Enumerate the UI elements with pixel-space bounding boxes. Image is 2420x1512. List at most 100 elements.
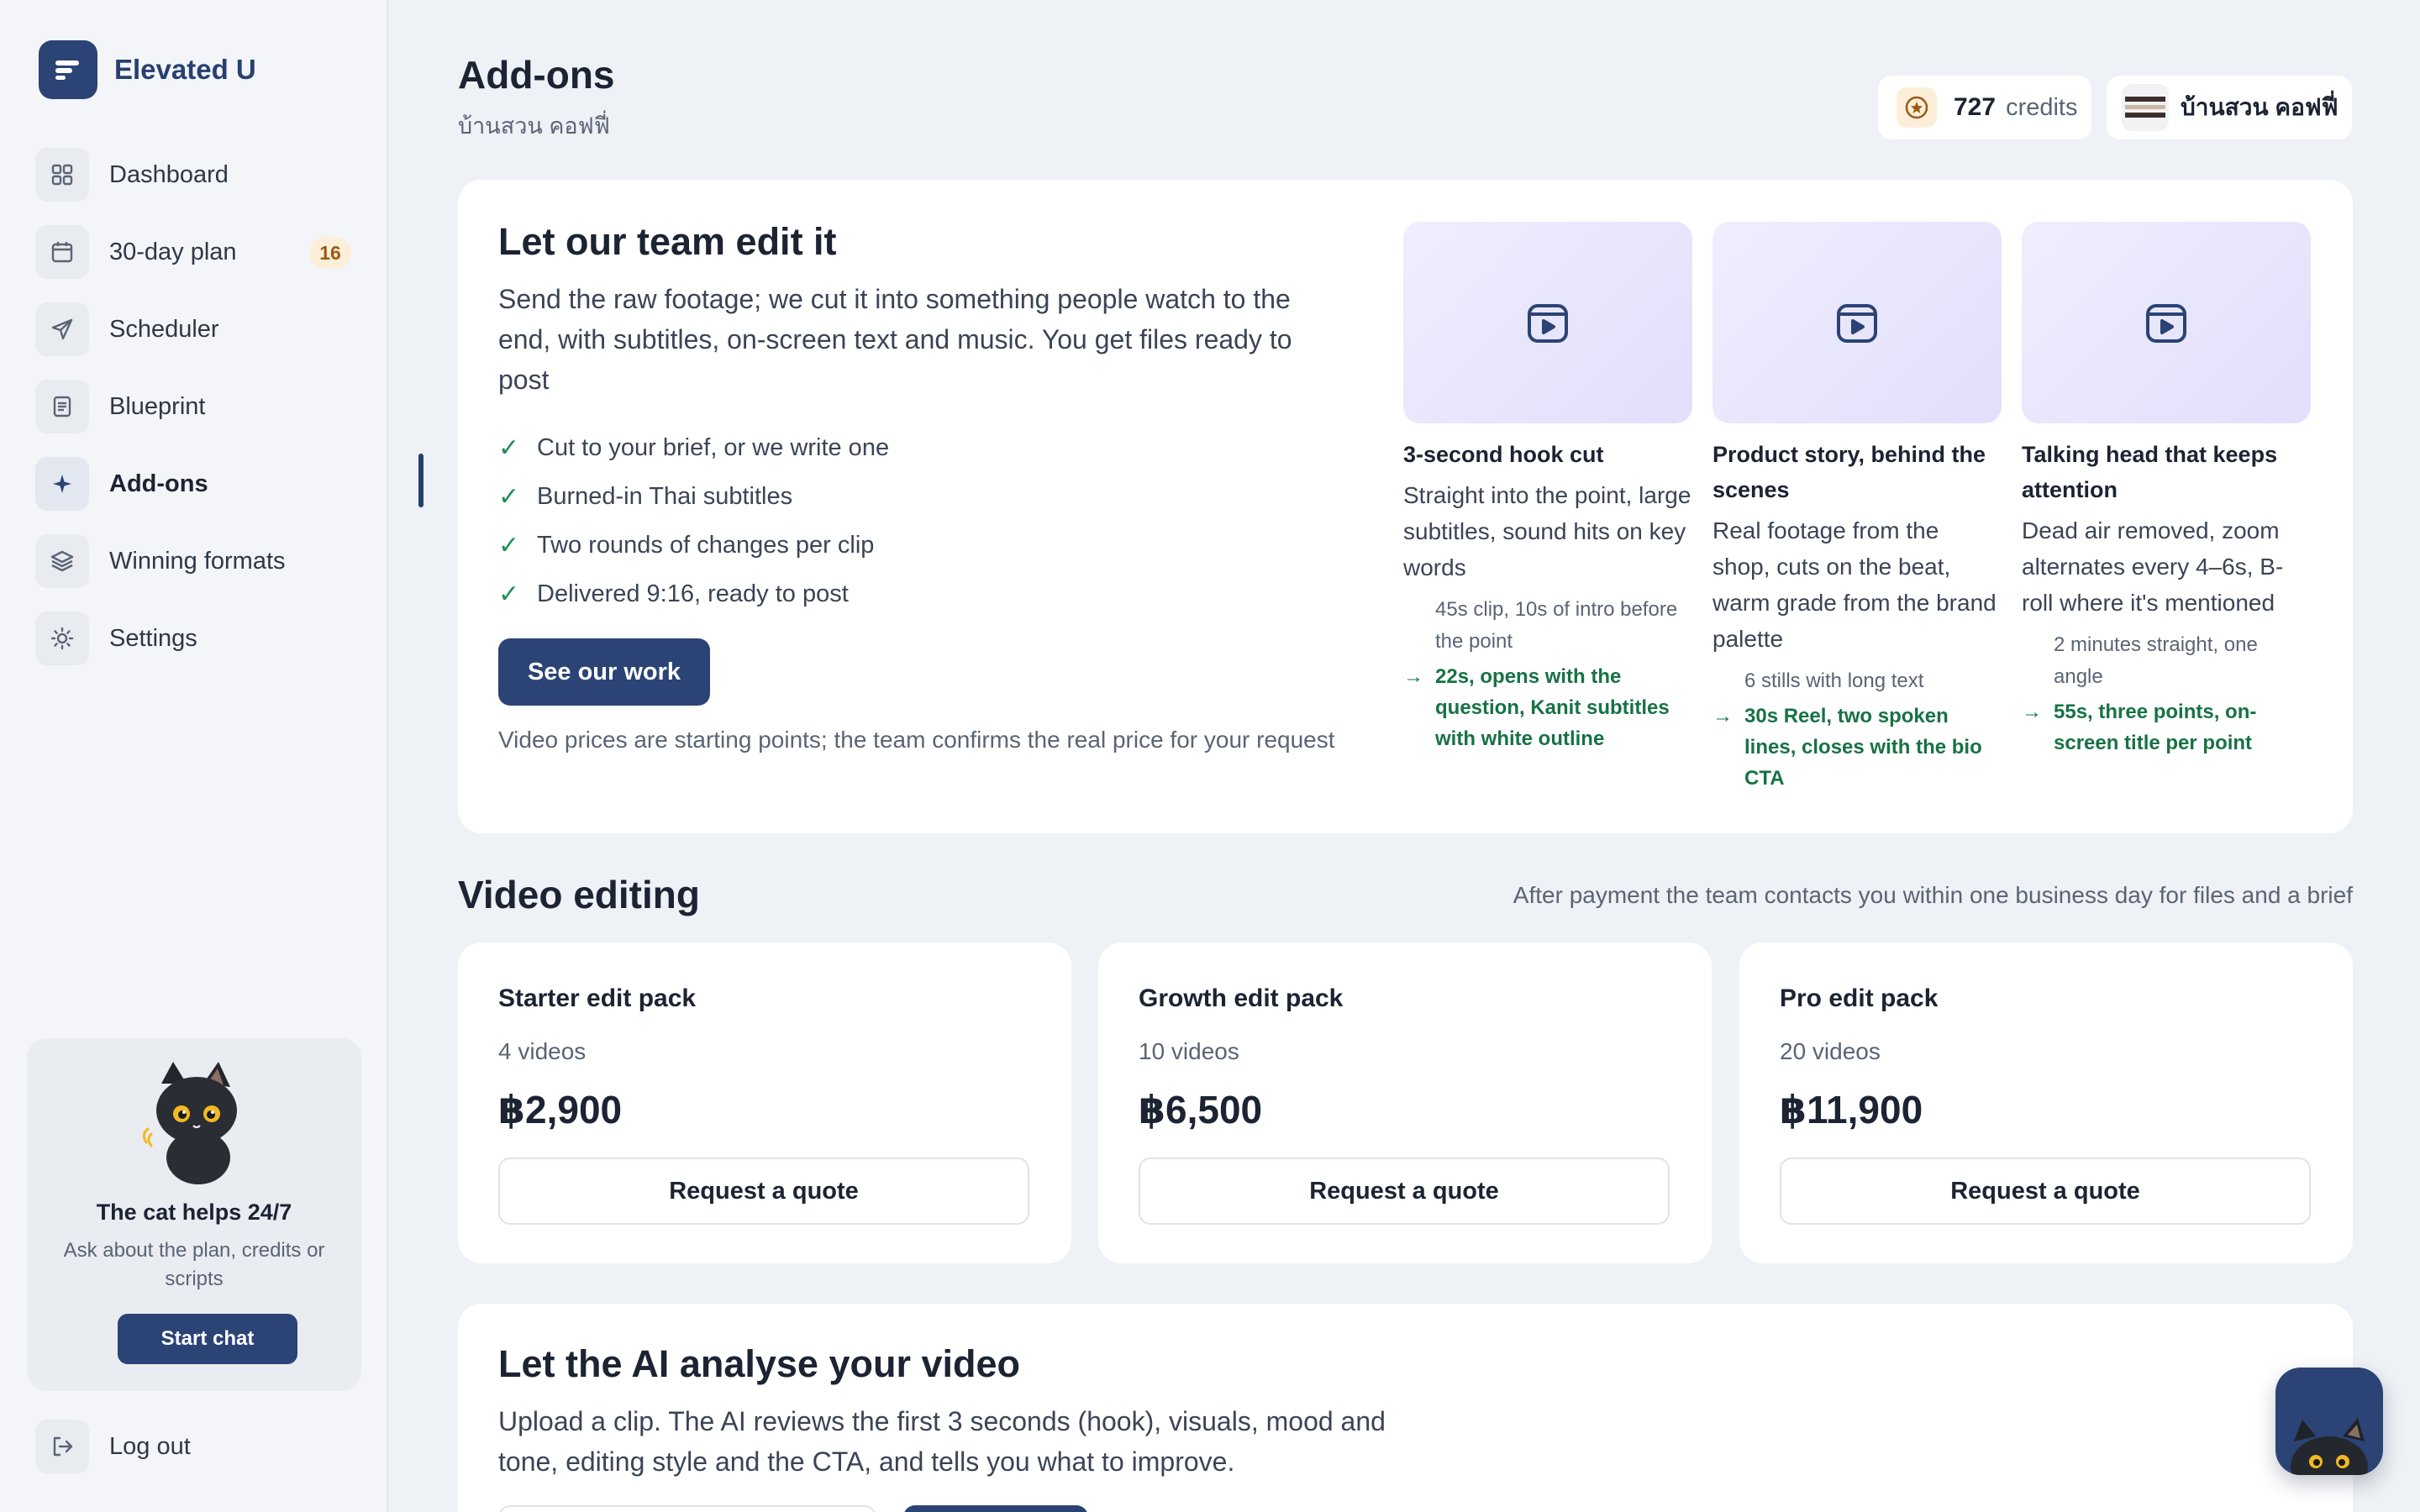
sidebar-item-dashboard[interactable]: Dashboard <box>35 144 388 205</box>
sample-before: 45s clip, 10s of intro before the point <box>1435 598 1678 653</box>
sidebar-item-winning-formats[interactable]: Winning formats <box>35 531 388 591</box>
sample-before: 2 minutes straight, one angle <box>2054 633 2258 688</box>
sample-description: Straight into the point, large subtitles… <box>1403 482 1691 580</box>
sidebar-item-add-ons[interactable]: Add-ons <box>35 454 424 514</box>
sample-after: → 55s, three points, on-screen title per … <box>2022 696 2311 759</box>
pack-price: ฿6,500 <box>1139 1088 1263 1131</box>
sample-after: → 22s, opens with the question, Kanit sub… <box>1403 661 1692 754</box>
plan-count-badge: 16 <box>309 237 351 269</box>
sidebar-item-label: Dashboard <box>109 160 229 188</box>
team-edit-card: Let our team edit it Send the raw footag… <box>458 180 2353 833</box>
credits-value: 727 <box>1954 93 1996 121</box>
video-upload-field[interactable] <box>498 1505 876 1512</box>
see-our-work-button[interactable]: See our work <box>498 638 710 706</box>
sidebar-item-30-day-plan[interactable]: 30-day plan 16 <box>35 222 388 282</box>
feature-list: ✓ Cut to your brief, or we write one ✓ Bur… <box>498 423 889 618</box>
video-play-icon <box>1528 304 1568 343</box>
arrow-right-icon: → <box>1403 665 1423 688</box>
sidebar-nav: Dashboard 30-day plan 16 Scheduler Bluep… <box>35 144 424 685</box>
pack-price: ฿11,900 <box>1780 1088 1923 1131</box>
sample-video-thumbnail[interactable] <box>2022 222 2311 423</box>
sample-title: Talking head that keeps attention <box>2022 442 2278 502</box>
page-subtitle: บ้านสวน คอฟฟี่ <box>458 113 610 139</box>
video-editing-note: After payment the team contacts you with… <box>1512 882 2353 908</box>
pack-card-starter: Starter edit pack 4 videos ฿2,900 Reques… <box>458 942 1071 1263</box>
sidebar-item-settings[interactable]: Settings <box>35 608 388 669</box>
feature-item: ✓ Burned-in Thai subtitles <box>498 472 889 521</box>
pack-name: Growth edit pack <box>1139 984 1344 1012</box>
video-editing-title: Video editing <box>458 873 700 916</box>
pack-count: 20 videos <box>1780 1038 1881 1064</box>
sidebar-item-label: Add-ons <box>109 470 208 497</box>
sample-title: Product story, behind the scenes <box>1712 442 1986 502</box>
pricing-note: Video prices are starting points; the te… <box>498 727 1335 753</box>
brand[interactable]: Elevated U <box>39 40 256 99</box>
feature-item: ✓ Delivered 9:16, ready to post <box>498 570 889 618</box>
pack-name: Starter edit pack <box>498 984 697 1012</box>
shop-logo-icon <box>2122 84 2169 131</box>
sidebar-item-scheduler[interactable]: Scheduler <box>35 299 388 360</box>
sample-video-thumbnail[interactable] <box>1712 222 2002 423</box>
credits-balance[interactable]: 727 credits <box>1878 76 2091 139</box>
logout-button[interactable]: Log out <box>35 1416 191 1477</box>
check-icon: ✓ <box>498 531 520 559</box>
sample-after: → 30s Reel, two spoken lines, closes with… <box>1712 701 2002 794</box>
sample-description: Real footage from the shop, cuts on the … <box>1712 517 1996 652</box>
shop-switcher[interactable]: บ้านสวน คอฟฟี่ <box>2107 76 2352 139</box>
sample-title: 3-second hook cut <box>1403 442 1604 467</box>
sample-after-text: 55s, three points, on-screen title per p… <box>2054 701 2257 754</box>
cat-card-title: The cat helps 24/7 <box>96 1200 292 1225</box>
feature-text: Delivered 9:16, ready to post <box>537 580 849 607</box>
sidebar: Elevated U Dashboard 30-day plan 16 Sche… <box>0 0 424 1512</box>
sample-before: 6 stills with long text <box>1744 669 1924 692</box>
pack-name: Pro edit pack <box>1780 984 1939 1012</box>
request-quote-button[interactable]: Request a quote <box>1780 1158 2311 1225</box>
feature-text: Cut to your brief, or we write one <box>537 433 890 461</box>
sample-hook-cut: 3-second hook cut Straight into the poin… <box>1403 222 1692 754</box>
request-quote-button[interactable]: Request a quote <box>498 1158 1029 1225</box>
check-icon: ✓ <box>498 580 520 608</box>
arrow-right-icon: → <box>2022 701 2042 723</box>
pack-card-growth: Growth edit pack 10 videos ฿6,500 Reques… <box>1098 942 1712 1263</box>
feature-item: ✓ Two rounds of changes per clip <box>498 521 889 570</box>
gear-icon <box>35 612 89 665</box>
analyse-button[interactable] <box>903 1505 1088 1512</box>
video-play-icon <box>1837 304 1877 343</box>
sidebar-item-blueprint[interactable]: Blueprint <box>35 376 388 437</box>
brand-name: Elevated U <box>114 54 256 85</box>
credits-label: credits <box>2006 93 2078 121</box>
pack-price: ฿2,900 <box>498 1088 623 1131</box>
start-chat-button[interactable]: Start chat <box>118 1314 297 1364</box>
team-edit-title: Let our team edit it <box>498 220 837 263</box>
grid-icon <box>35 148 89 202</box>
sample-video-thumbnail[interactable] <box>1403 222 1692 423</box>
video-play-icon <box>2146 304 2186 343</box>
feature-text: Two rounds of changes per clip <box>537 531 875 559</box>
arrow-right-icon: → <box>1712 705 1733 727</box>
sample-talking-head: Talking head that keeps attention Dead a… <box>2022 222 2311 759</box>
cat-card-subtitle: Ask about the plan, credits or scripts <box>63 1239 325 1290</box>
pack-count: 10 videos <box>1139 1038 1239 1064</box>
cat-chat-fab[interactable] <box>2275 1368 2383 1475</box>
send-icon <box>35 302 89 356</box>
sample-after-text: 30s Reel, two spoken lines, closes with … <box>1744 705 1982 790</box>
cat-mascot-icon <box>142 1062 237 1184</box>
request-quote-button[interactable]: Request a quote <box>1139 1158 1670 1225</box>
coin-icon <box>1897 87 1937 128</box>
pack-card-pro: Pro edit pack 20 videos ฿11,900 Request … <box>1739 942 2353 1263</box>
check-icon: ✓ <box>498 482 520 511</box>
sample-description: Dead air removed, zoom alternates every … <box>2022 517 2284 616</box>
sidebar-item-label: 30-day plan <box>109 238 237 265</box>
logout-icon <box>35 1420 89 1473</box>
active-indicator <box>418 454 424 507</box>
sidebar-item-label: Settings <box>109 624 197 652</box>
calendar-icon <box>35 225 89 279</box>
feature-item: ✓ Cut to your brief, or we write one <box>498 423 889 472</box>
document-icon <box>35 380 89 433</box>
sidebar-item-label: Blueprint <box>109 392 206 420</box>
sidebar-item-label: Winning formats <box>109 547 286 575</box>
sample-after-text: 22s, opens with the question, Kanit subt… <box>1435 665 1670 750</box>
pack-count: 4 videos <box>498 1038 587 1064</box>
logout-label: Log out <box>109 1432 191 1460</box>
cat-mascot-icon <box>2291 1418 2368 1475</box>
